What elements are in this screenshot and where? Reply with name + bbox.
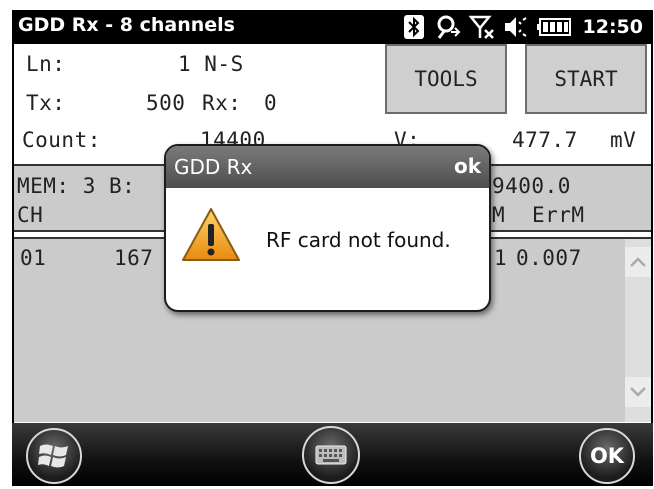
dialog-ok-button[interactable]: ok [454, 154, 481, 178]
warning-icon [182, 208, 240, 261]
mem-value: 9400.0 [492, 174, 571, 198]
list-scrollbar[interactable] [625, 239, 651, 422]
sync-icon[interactable] [435, 14, 461, 40]
windows-icon [38, 444, 68, 468]
rx-label: Rx: [202, 91, 242, 115]
keyboard-icon [315, 445, 347, 465]
status-icons: 12:50 [401, 13, 643, 41]
ln-label: Ln: [26, 52, 66, 76]
volume-muted-icon[interactable] [503, 14, 529, 40]
bottom-bar: OK [12, 423, 653, 486]
column-header-errm: ErrM [532, 203, 585, 227]
ok-button[interactable]: OK [579, 428, 635, 484]
title-bar: GDD Rx - 8 channels 12:50 [12, 10, 653, 44]
count-label: Count: [22, 128, 101, 152]
ok-button-label: OK [589, 444, 625, 468]
start-menu-button[interactable] [26, 428, 82, 484]
scroll-up-icon[interactable] [625, 247, 651, 277]
clock: 12:50 [582, 16, 643, 38]
row-value: 167 [114, 246, 154, 270]
keyboard-button[interactable] [302, 426, 360, 484]
app-title: GDD Rx - 8 channels [18, 14, 235, 36]
column-header-ch: CH [17, 203, 44, 227]
dialog-title: GDD Rx [174, 155, 253, 179]
rx-value: 0 [264, 91, 278, 115]
scroll-down-icon[interactable] [625, 377, 651, 407]
tx-value: 500 [146, 91, 186, 115]
tools-button[interactable]: TOOLS [385, 44, 507, 114]
dialog-header: GDD Rx ok [166, 146, 489, 188]
mem-label: MEM: 3 B: [17, 174, 136, 198]
dialog-message: RF card not found. [266, 228, 451, 252]
row-right-partial: 1 [494, 246, 508, 270]
row-errm: 0.007 [516, 246, 582, 270]
row-ch: 01 [20, 246, 47, 270]
error-dialog: GDD Rx ok RF card not found. [164, 144, 491, 312]
tx-label: Tx: [26, 91, 66, 115]
v-unit: mV [610, 128, 637, 152]
no-signal-icon[interactable] [468, 14, 495, 40]
battery-icon[interactable] [536, 14, 571, 40]
ln-value: 1 N-S [178, 52, 244, 76]
column-header-m: M [492, 203, 506, 227]
start-button[interactable]: START [525, 44, 647, 114]
v-value: 477.7 [512, 128, 578, 152]
bluetooth-icon[interactable] [401, 14, 427, 40]
